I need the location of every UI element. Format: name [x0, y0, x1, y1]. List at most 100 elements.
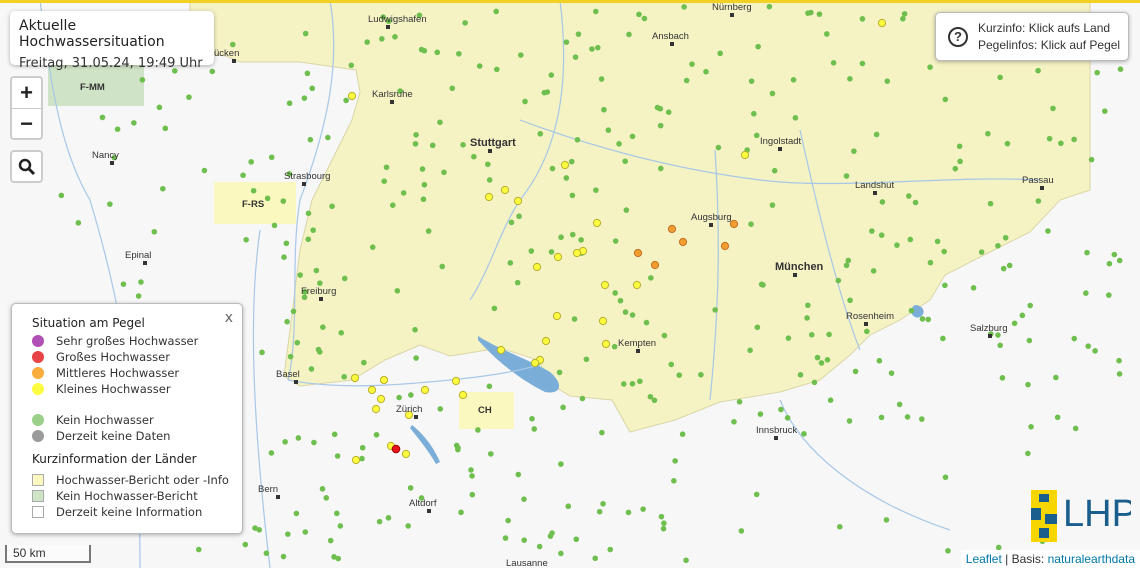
gauge-marker[interactable] — [578, 237, 584, 243]
gauge-marker[interactable] — [970, 285, 977, 291]
gauge-marker[interactable] — [160, 185, 166, 192]
gauge-marker[interactable] — [348, 62, 355, 69]
gauge-marker[interactable] — [901, 11, 908, 17]
gauge-marker[interactable] — [698, 371, 704, 378]
gauge-marker[interactable] — [1092, 348, 1098, 354]
gauge-marker[interactable] — [420, 385, 430, 395]
gauge-marker[interactable] — [536, 543, 543, 550]
gauge-marker[interactable] — [731, 419, 737, 425]
gauge-marker[interactable] — [138, 279, 144, 285]
gauge-marker[interactable] — [541, 336, 551, 346]
gauge-marker[interactable] — [620, 381, 627, 387]
gauge-marker[interactable] — [818, 360, 825, 366]
gauge-marker[interactable] — [589, 46, 595, 52]
gauge-marker[interactable] — [605, 127, 612, 133]
gauge-marker[interactable] — [717, 50, 723, 57]
gauge-marker[interactable] — [755, 43, 761, 50]
gauge-marker[interactable] — [558, 234, 564, 241]
gauge-marker[interactable] — [997, 74, 1003, 81]
gauge-marker[interactable] — [720, 241, 730, 251]
gauge-marker[interactable] — [869, 228, 875, 234]
gauge-marker[interactable] — [548, 72, 555, 78]
gauge-marker[interactable] — [515, 471, 522, 478]
gauge-marker[interactable] — [400, 190, 407, 196]
gauge-marker[interactable] — [835, 277, 842, 284]
gauge-marker[interactable] — [571, 316, 578, 322]
gauge-marker[interactable] — [595, 44, 601, 51]
zoom-out-button[interactable]: − — [12, 108, 41, 138]
gauge-marker[interactable] — [385, 515, 392, 521]
gauge-marker[interactable] — [1116, 371, 1123, 377]
gauge-marker[interactable] — [633, 248, 643, 258]
gauge-marker[interactable] — [486, 177, 493, 183]
gauge-marker[interactable] — [1011, 320, 1018, 327]
gauge-marker[interactable] — [186, 94, 192, 100]
gauge-marker[interactable] — [401, 449, 411, 459]
gauge-marker[interactable] — [334, 453, 341, 459]
gauge-marker[interactable] — [429, 142, 436, 149]
gauge-marker[interactable] — [934, 238, 941, 245]
gauge-marker[interactable] — [338, 330, 345, 336]
gauge-marker[interactable] — [337, 523, 344, 529]
gauge-marker[interactable] — [637, 378, 643, 385]
gauge-marker[interactable] — [884, 78, 891, 84]
gauge-marker[interactable] — [263, 550, 270, 557]
gauge-marker[interactable] — [347, 91, 357, 101]
gauge-marker[interactable] — [847, 76, 853, 82]
gauge-marker[interactable] — [661, 520, 667, 527]
zoom-in-button[interactable]: + — [12, 78, 41, 108]
gauge-marker[interactable] — [518, 52, 524, 58]
gauge-marker[interactable] — [592, 555, 599, 562]
gauge-marker[interactable] — [320, 324, 326, 330]
gauge-marker[interactable] — [268, 450, 275, 456]
gauge-marker[interactable] — [439, 263, 446, 270]
gauge-marker[interactable] — [648, 275, 654, 281]
gauge-marker[interactable] — [379, 36, 385, 42]
gauge-marker[interactable] — [371, 404, 381, 414]
gauge-marker[interactable] — [647, 393, 654, 400]
gauge-marker[interactable] — [626, 31, 632, 38]
gauge-marker[interactable] — [942, 282, 948, 289]
search-button[interactable] — [10, 150, 43, 183]
gauge-marker[interactable] — [1106, 292, 1112, 298]
gauge-marker[interactable] — [469, 473, 475, 479]
gauge-marker[interactable] — [75, 220, 82, 226]
gauge-marker[interactable] — [209, 68, 216, 75]
gauge-marker[interactable] — [268, 154, 275, 161]
gauge-marker[interactable] — [598, 316, 608, 326]
gauge-marker[interactable] — [313, 267, 320, 274]
gauge-marker[interactable] — [625, 509, 632, 516]
gauge-marker[interactable] — [287, 353, 294, 360]
gauge-marker[interactable] — [1106, 260, 1113, 267]
gauge-marker[interactable] — [771, 167, 778, 174]
gauge-marker[interactable] — [558, 550, 564, 557]
gauge-marker[interactable] — [569, 192, 576, 199]
gauge-marker[interactable] — [904, 414, 911, 420]
gauge-marker[interactable] — [876, 357, 883, 364]
gauge-marker[interactable] — [508, 219, 515, 226]
gauge-marker[interactable] — [413, 355, 419, 361]
gauge-marker[interactable] — [514, 279, 521, 286]
gauge-marker[interactable] — [808, 331, 815, 338]
gauge-marker[interactable] — [1071, 136, 1077, 143]
gauge-marker[interactable] — [280, 553, 287, 560]
gauge-marker[interactable] — [407, 485, 414, 491]
gauge-marker[interactable] — [748, 221, 754, 227]
gauge-marker[interactable] — [162, 125, 169, 132]
gauge-marker[interactable] — [738, 528, 745, 534]
gauge-marker[interactable] — [601, 339, 611, 349]
gauge-marker[interactable] — [927, 64, 933, 70]
gauge-marker[interactable] — [304, 70, 311, 77]
gauge-marker[interactable] — [484, 161, 491, 168]
gauge-marker[interactable] — [350, 373, 360, 383]
gauge-marker[interactable] — [572, 54, 579, 60]
gauge-marker[interactable] — [864, 328, 870, 335]
gauge-marker[interactable] — [290, 308, 297, 315]
gauge-marker[interactable] — [785, 335, 792, 341]
gauge-marker[interactable] — [900, 15, 906, 22]
gauge-marker[interactable] — [640, 506, 646, 512]
gauge-marker[interactable] — [940, 335, 946, 342]
gauge-marker[interactable] — [250, 187, 257, 194]
gauge-marker[interactable] — [1006, 262, 1013, 269]
gauge-marker[interactable] — [1054, 414, 1061, 421]
